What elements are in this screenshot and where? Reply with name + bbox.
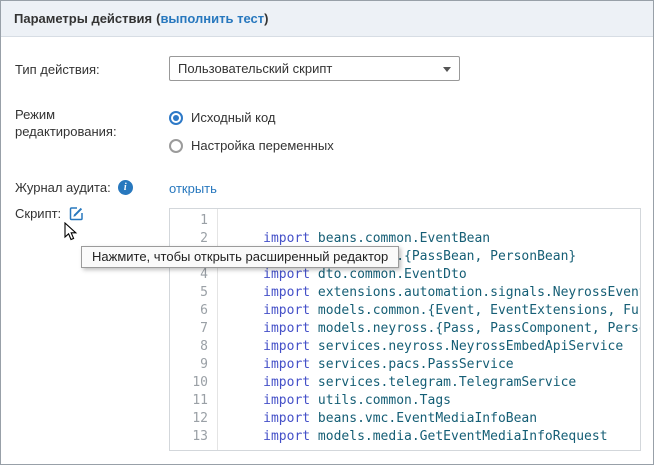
action-type-value: Пользовательский скрипт <box>178 61 332 76</box>
code-line: import models.media.GetEventMediaInfoReq… <box>224 428 640 446</box>
line-number: 13 <box>170 428 208 446</box>
code-line <box>224 212 640 230</box>
line-number: 4 <box>170 266 208 284</box>
code-line: import models.neyross.{Pass, PassCompone… <box>224 320 640 338</box>
action-parameters-panel: Параметры действия(выполнить тест) Тип д… <box>0 0 654 465</box>
code-line: import services.pacs.PassService <box>224 356 640 374</box>
line-number: 9 <box>170 356 208 374</box>
edit-pencil-icon[interactable] <box>68 205 85 222</box>
script-row: Скрипт: <box>15 205 85 222</box>
line-number: 1 <box>170 212 208 230</box>
radio-source-code-label: Исходный код <box>191 110 276 125</box>
line-number: 12 <box>170 410 208 428</box>
radio-variables-label: Настройка переменных <box>191 138 334 153</box>
line-number: 6 <box>170 302 208 320</box>
action-type-label: Тип действия: <box>15 62 100 77</box>
code-line: import utils.common.Tags <box>224 392 640 410</box>
line-number: 8 <box>170 338 208 356</box>
audit-log-label: Журнал аудита: <box>15 180 111 195</box>
info-icon[interactable]: i <box>118 180 133 195</box>
audit-open-link[interactable]: открыть <box>169 181 217 196</box>
code-line: import models.common.{Event, EventExtens… <box>224 302 640 320</box>
panel-title: Параметры действия <box>14 11 152 26</box>
chevron-down-icon <box>443 67 451 72</box>
code-line: import beans.vmc.EventMediaInfoBean <box>224 410 640 428</box>
radio-option-source-code[interactable]: Исходный код <box>169 110 276 125</box>
code-line: import extensions.automation.signals.Ney… <box>224 284 640 302</box>
radio-option-variables[interactable]: Настройка переменных <box>169 138 334 153</box>
line-number: 7 <box>170 320 208 338</box>
radio-unselected-icon[interactable] <box>169 139 183 153</box>
line-number: 11 <box>170 392 208 410</box>
script-label: Скрипт: <box>15 206 61 221</box>
panel-header: Параметры действия(выполнить тест) <box>1 1 653 37</box>
line-number: 10 <box>170 374 208 392</box>
radio-selected-icon[interactable] <box>169 111 183 125</box>
mouse-cursor-icon <box>64 222 78 245</box>
code-line: import services.telegram.TelegramService <box>224 374 640 392</box>
action-type-select[interactable]: Пользовательский скрипт <box>169 56 460 81</box>
script-code-editor[interactable]: 12345678910111213 import beans.common.Ev… <box>169 208 641 451</box>
line-number: 5 <box>170 284 208 302</box>
code-line: import services.neyross.NeyrossEmbedApiS… <box>224 338 640 356</box>
paren-close: ) <box>264 11 268 26</box>
audit-log-row: Журнал аудита: i <box>15 180 133 195</box>
edit-mode-label: Режим редактирования: <box>15 106 135 140</box>
run-test-link[interactable]: выполнить тест <box>160 11 264 26</box>
editor-tooltip: Нажмите, чтобы открыть расширенный редак… <box>81 246 399 268</box>
code-line: import dto.common.EventDto <box>224 266 640 284</box>
